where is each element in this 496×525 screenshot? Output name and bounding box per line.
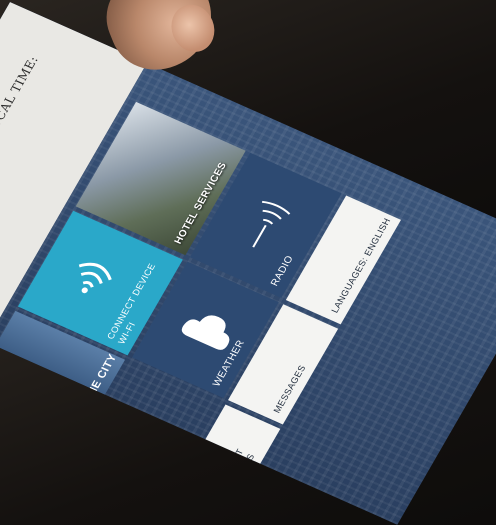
kiosk-screen: LOCAL TIME: HOTEL SERVICES RADIO LANGUAG…: [0, 2, 496, 525]
radio-waves-icon: [252, 200, 291, 248]
wifi-icon: [78, 262, 112, 294]
local-time-label: LOCAL TIME:: [0, 53, 42, 139]
